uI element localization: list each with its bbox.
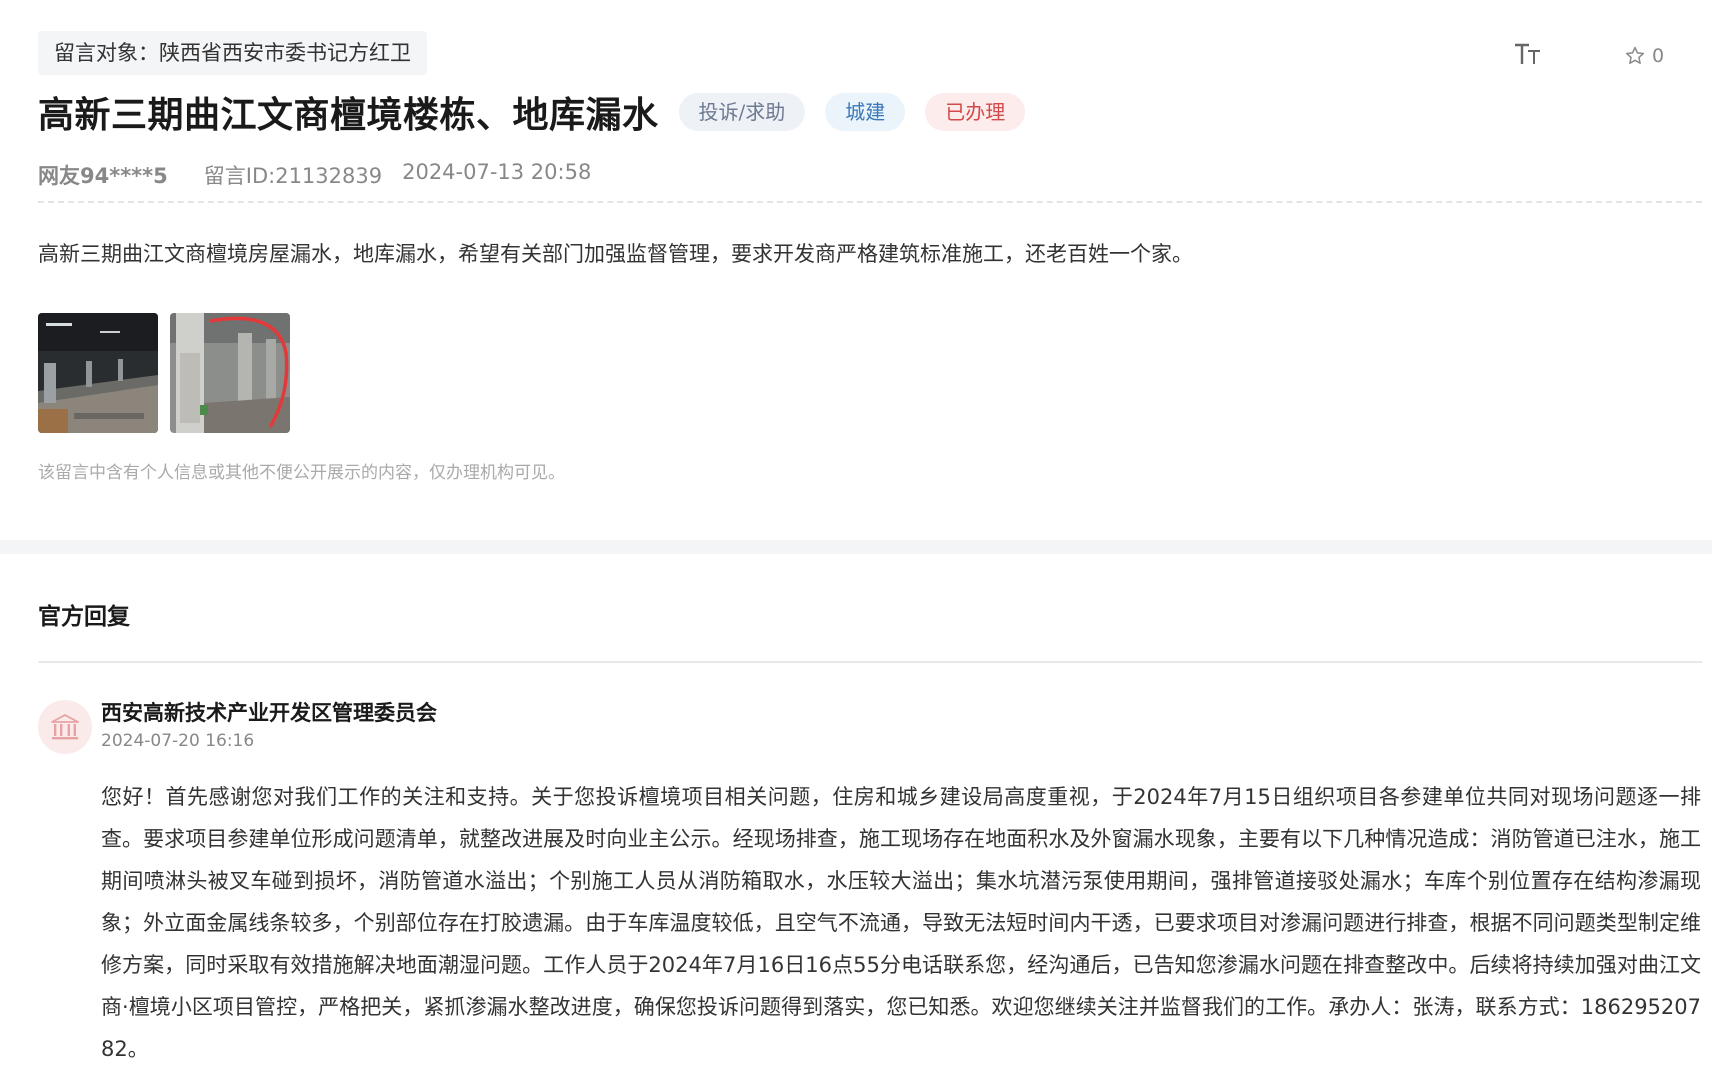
message-content: 高新三期曲江文商檀境房屋漏水，地库漏水，希望有关部门加强监督管理，要求开发商严格… <box>38 242 1193 266</box>
section-separator <box>0 540 1712 554</box>
star-outline-icon <box>1626 46 1644 64</box>
garage-photo-1 <box>38 313 158 433</box>
text-size-icon[interactable] <box>1512 38 1544 70</box>
avatar <box>38 700 92 754</box>
reply-section-title: 官方回复 <box>38 604 130 630</box>
title-row: 高新三期曲江文商檀境楼栋、地库漏水 投诉/求助 城建 已办理 <box>38 86 1026 138</box>
government-building-icon <box>51 714 79 740</box>
author-name: 网友94****5 <box>38 164 168 188</box>
reply-time: 2024-07-20 16:16 <box>101 731 255 751</box>
message-id: 留言ID:21132839 <box>203 164 383 188</box>
message-time: 2024-07-13 20:58 <box>402 160 592 184</box>
org-name: 西安高新技术产业开发区管理委员会 <box>101 701 437 725</box>
reply-body: 您好！首先感谢您对我们工作的关注和支持。关于您投诉檀境项目相关问题，住房和城乡建… <box>101 785 1701 1061</box>
status-badge: 已办理 <box>925 93 1026 131</box>
favorite-button[interactable]: 0 <box>1624 42 1664 70</box>
text-size-glyph <box>1515 43 1540 64</box>
divider-dashed <box>38 201 1702 203</box>
photo-thumbnail-1[interactable] <box>38 313 158 433</box>
tag-type[interactable]: 投诉/求助 <box>678 93 806 131</box>
tag-category[interactable]: 城建 <box>825 93 906 131</box>
photo-thumbnail-2[interactable] <box>170 313 290 433</box>
favorite-count: 0 <box>1652 45 1665 67</box>
message-meta: 网友94****5 留言ID:21132839 2024-07-13 20:58 <box>38 160 591 190</box>
privacy-note: 该留言中含有个人信息或其他不便公开展示的内容，仅办理机构可见。 <box>38 463 565 483</box>
image-gallery <box>38 313 290 433</box>
message-title: 高新三期曲江文商檀境楼栋、地库漏水 <box>38 95 659 136</box>
garage-photo-2 <box>170 313 290 433</box>
reply-divider <box>38 661 1702 663</box>
message-card: 留言对象：陕西省西安市委书记方红卫 0 高新三期曲江文商檀境楼栋、地库漏水 投诉… <box>0 0 1712 540</box>
recipient-label: 留言对象：陕西省西安市委书记方红卫 <box>38 31 427 75</box>
